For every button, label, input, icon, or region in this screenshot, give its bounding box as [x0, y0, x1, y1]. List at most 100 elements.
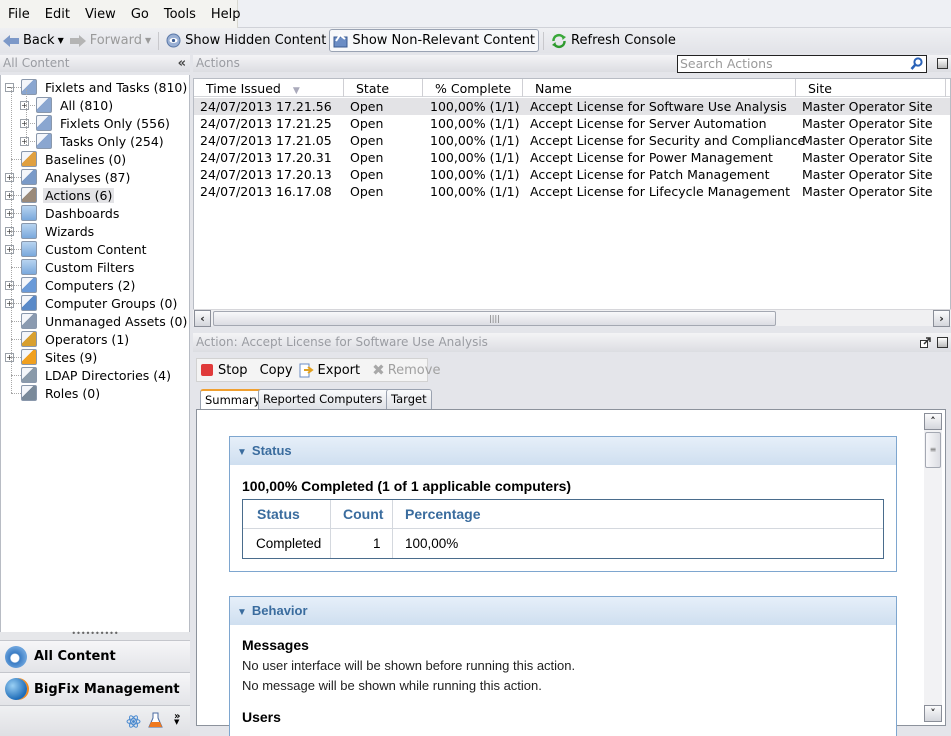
tab-target[interactable]: Target: [386, 389, 432, 409]
column-name[interactable]: Name: [523, 79, 796, 97]
flask-icon[interactable]: [148, 712, 163, 729]
column-state[interactable]: State: [344, 79, 423, 97]
tab-summary[interactable]: Summary: [200, 389, 266, 410]
operator-icon: [21, 331, 37, 347]
show-non-relevant-content-button[interactable]: Show Non-Relevant Content: [329, 29, 540, 52]
more-chevrons-icon[interactable]: » ▼: [174, 711, 180, 733]
behavior-section: ▼ Behavior Messages No user interface wil…: [229, 596, 897, 736]
nav-bigfix-management[interactable]: BigFix Management: [0, 672, 190, 705]
undock-panel-icon[interactable]: [920, 337, 931, 348]
tree-connector: [11, 159, 21, 160]
search-actions-input[interactable]: Search Actions: [677, 55, 927, 73]
tree-item[interactable]: + Dashboards: [5, 204, 121, 222]
nav-all-content[interactable]: All Content: [0, 640, 190, 672]
tree-item[interactable]: + Computers (2): [5, 276, 137, 294]
table-row[interactable]: 24/07/2013 17.21.56 Open 100,00% (1/1) Acce…: [194, 98, 950, 115]
copy-button[interactable]: Copy: [260, 363, 293, 378]
scroll-up-button[interactable]: ˄: [924, 413, 942, 430]
tree-item[interactable]: − Fixlets and Tasks (810): [5, 78, 189, 96]
bigfix-management-icon: [5, 678, 27, 700]
stop-button[interactable]: Stop: [201, 363, 248, 378]
tab-reported-computers[interactable]: Reported Computers (1): [258, 389, 408, 409]
maximize-actions-panel-icon[interactable]: [937, 58, 948, 69]
table-cell: Accept License for Patch Management: [530, 167, 770, 182]
tree-item[interactable]: Roles (0): [21, 384, 102, 402]
column-percent-complete[interactable]: % Complete: [423, 79, 523, 97]
menu-go[interactable]: Go: [131, 7, 149, 22]
table-cell: Accept License for Power Management: [530, 150, 773, 165]
tree-item[interactable]: + Actions (6): [5, 186, 115, 204]
status-section: ▼ Status 100,00% Completed (1 of 1 applic…: [229, 436, 897, 572]
table-row[interactable]: 24/07/2013 17.20.13 Open 100,00% (1/1) Acce…: [194, 166, 950, 183]
baseline-icon: [21, 151, 37, 167]
ldap-icon: [21, 367, 37, 383]
collapse-panel-icon[interactable]: «: [178, 55, 186, 72]
column-time-issued[interactable]: Time Issued ▼: [194, 79, 344, 97]
menu-view[interactable]: View: [85, 7, 116, 22]
search-icon[interactable]: [910, 57, 923, 71]
forward-dropdown-icon[interactable]: ▼: [145, 36, 151, 45]
tree-item[interactable]: + Analyses (87): [5, 168, 132, 186]
tree-item-label: Fixlets and Tasks (810): [45, 79, 188, 95]
tree-item[interactable]: Unmanaged Assets (0): [21, 312, 189, 330]
tree-item[interactable]: + Computer Groups (0): [5, 294, 179, 312]
status-section-header[interactable]: ▼ Status: [230, 437, 896, 465]
back-button[interactable]: Back ▼: [0, 30, 67, 52]
tree-connector: [11, 375, 21, 376]
remove-button[interactable]: ✖ Remove: [372, 361, 440, 379]
table-row[interactable]: 24/07/2013 16.17.08 Open 100,00% (1/1) Acce…: [194, 183, 950, 200]
status-col-count: Count: [343, 506, 384, 522]
tree-connector: [11, 339, 21, 340]
tree-connector: [11, 195, 21, 196]
detail-vertical-scrollbar[interactable]: ˄ ≡ ˅: [924, 413, 942, 722]
panel-resize-grip[interactable]: ••••••••••: [0, 630, 190, 640]
tree-item-label: Baselines (0): [45, 151, 127, 167]
table-row[interactable]: 24/07/2013 17.20.31 Open 100,00% (1/1) Acce…: [194, 149, 950, 166]
refresh-console-button[interactable]: Refresh Console: [548, 30, 679, 52]
menu-tools[interactable]: Tools: [164, 7, 196, 22]
folder-icon: [21, 259, 37, 275]
table-cell: 24/07/2013 16.17.08: [200, 184, 332, 199]
tree-item[interactable]: + Sites (9): [5, 348, 99, 366]
behavior-section-header[interactable]: ▼ Behavior: [230, 597, 896, 625]
tree-item-label: Operators (1): [45, 331, 130, 347]
tree-item[interactable]: Custom Filters: [21, 258, 136, 276]
menu-help[interactable]: Help: [211, 7, 241, 22]
table-cell: 100,00% (1/1): [430, 150, 520, 165]
tree-connector: [11, 357, 21, 358]
table-row[interactable]: 24/07/2013 17.21.05 Open 100,00% (1/1) Acce…: [194, 132, 950, 149]
show-hidden-content-button[interactable]: Show Hidden Content: [163, 30, 329, 52]
menu-file[interactable]: File: [8, 7, 30, 22]
tree-item[interactable]: + Custom Content: [5, 240, 149, 258]
scroll-down-button[interactable]: ˅: [924, 705, 942, 722]
actions-horizontal-scrollbar[interactable]: ‹ |||| ›: [193, 309, 951, 327]
detail-tabs: Summary Reported Computers (1) Target: [196, 389, 951, 410]
maximize-detail-panel-icon[interactable]: [937, 337, 948, 348]
menu-edit[interactable]: Edit: [45, 7, 70, 22]
scroll-right-button[interactable]: ›: [933, 310, 950, 327]
table-cell: 24/07/2013 17.21.05: [200, 133, 332, 148]
column-site[interactable]: Site: [796, 79, 946, 97]
table-cell: Accept License for Lifecycle Management: [530, 184, 790, 199]
back-label: Back: [23, 33, 55, 48]
show-non-relevant-label: Show Non-Relevant Content: [352, 33, 536, 48]
horizontal-scroll-thumb[interactable]: ||||: [213, 311, 776, 326]
table-cell: Open: [350, 184, 384, 199]
tree-item[interactable]: LDAP Directories (4): [21, 366, 173, 384]
export-button[interactable]: Export: [299, 363, 360, 378]
tree-item[interactable]: + Fixlets Only (556): [20, 114, 172, 132]
tree-item[interactable]: Baselines (0): [21, 150, 128, 168]
scroll-left-button[interactable]: ‹: [194, 310, 211, 327]
tree-item[interactable]: + All (810): [20, 96, 115, 114]
forward-button[interactable]: Forward ▼: [67, 30, 154, 52]
tree-item[interactable]: + Wizards: [5, 222, 96, 240]
tree-item-label: Custom Filters: [45, 259, 135, 275]
table-cell: Master Operator Site: [802, 99, 933, 114]
vertical-scroll-thumb[interactable]: ≡: [925, 432, 941, 468]
tree-item[interactable]: + Tasks Only (254): [20, 132, 166, 150]
tree-item[interactable]: Operators (1): [21, 330, 131, 348]
table-row[interactable]: 24/07/2013 17.21.25 Open 100,00% (1/1) Acce…: [194, 115, 950, 132]
tree-connector: [11, 303, 21, 304]
atom-icon[interactable]: [126, 714, 141, 729]
back-dropdown-icon[interactable]: ▼: [58, 36, 64, 45]
